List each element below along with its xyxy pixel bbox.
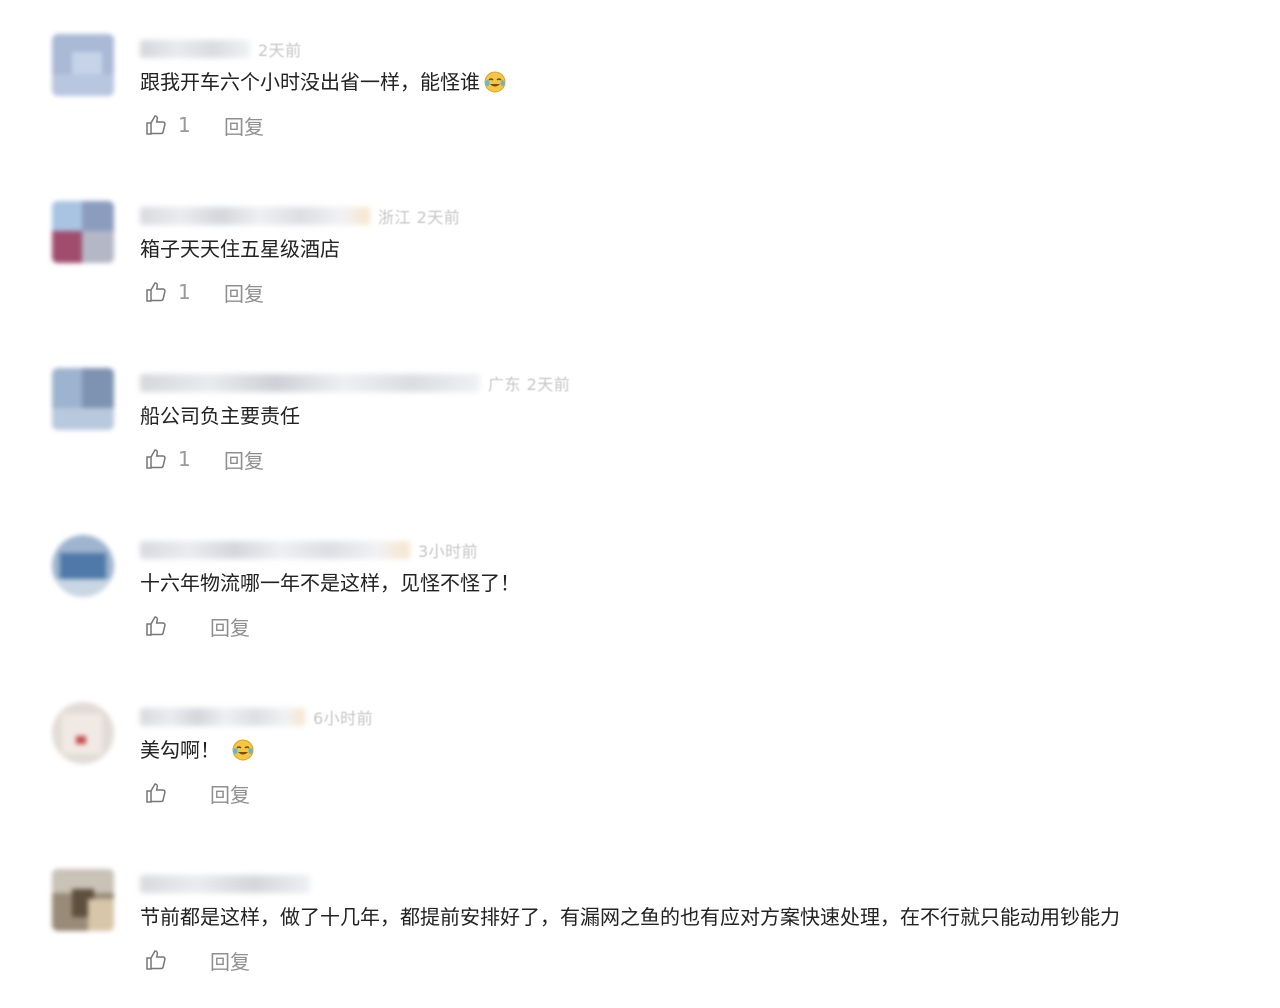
avatar[interactable] xyxy=(52,869,114,931)
thumbs-up-icon[interactable] xyxy=(144,280,168,304)
thumbs-up-icon[interactable] xyxy=(144,614,168,638)
comment-actions: 回复 xyxy=(144,945,250,975)
comment-body: 节前都是这样，做了十几年，都提前安排好了，有漏网之鱼的也有应对方案快速处理，在不… xyxy=(140,905,1120,929)
location-time: 广东 2天前 xyxy=(488,375,571,394)
avatar[interactable] xyxy=(52,201,114,263)
username[interactable] xyxy=(140,541,410,559)
location-time: 6小时前 xyxy=(313,709,374,728)
thumbs-up-icon[interactable] xyxy=(144,113,168,137)
comment-body: 十六年物流哪一年不是这样，见怪不怪了！ xyxy=(140,571,520,595)
reply-button[interactable]: 回复 xyxy=(210,779,250,808)
comment-meta: 3小时前 xyxy=(140,537,478,563)
location-time: 3小时前 xyxy=(418,542,479,561)
reply-button[interactable]: 回复 xyxy=(224,445,264,474)
laughing-cry-icon xyxy=(232,739,254,761)
thumbs-up-icon[interactable] xyxy=(144,447,168,471)
avatar[interactable] xyxy=(52,34,114,96)
username[interactable] xyxy=(140,207,370,225)
reply-button[interactable]: 回复 xyxy=(210,946,250,975)
comment-actions: 回复 xyxy=(144,778,250,808)
comment-text: 美勾啊！ xyxy=(140,736,254,764)
location-time: 浙江 2天前 xyxy=(378,208,461,227)
comment-body: 船公司负主要责任 xyxy=(140,404,300,428)
comment-text: 船公司负主要责任 xyxy=(140,402,300,430)
username[interactable] xyxy=(140,374,480,392)
laughing-cry-icon xyxy=(484,71,506,93)
comment-body: 箱子天天住五星级酒店 xyxy=(140,237,340,261)
location-time: 2天前 xyxy=(258,41,302,60)
comment-text: 节前都是这样，做了十几年，都提前安排好了，有漏网之鱼的也有应对方案快速处理，在不… xyxy=(140,903,1120,931)
comment-text: 跟我开车六个小时没出省一样，能怪谁 xyxy=(140,68,506,96)
avatar[interactable] xyxy=(52,368,114,430)
reply-button[interactable]: 回复 xyxy=(210,612,250,641)
comment-actions: 1 回复 xyxy=(144,444,264,474)
like-count: 1 xyxy=(178,113,191,137)
comment-actions: 1 回复 xyxy=(144,277,264,307)
comment-item: 广东 2天前 船公司负主要责任 1 回复 xyxy=(0,368,1280,528)
comment-list: 2天前 跟我开车六个小时没出省一样，能怪谁 1 回复 浙江 2天前 箱子天天住五… xyxy=(0,0,1280,1008)
comment-body: 美勾啊！ xyxy=(140,738,220,762)
username[interactable] xyxy=(140,708,305,726)
comment-text: 箱子天天住五星级酒店 xyxy=(140,235,340,263)
comment-meta: 广东 2天前 xyxy=(140,370,570,396)
reply-button[interactable]: 回复 xyxy=(224,111,264,140)
comment-actions: 回复 xyxy=(144,611,250,641)
comment-item: 浙江 2天前 箱子天天住五星级酒店 1 回复 xyxy=(0,201,1280,361)
comment-body: 跟我开车六个小时没出省一样，能怪谁 xyxy=(140,70,480,94)
username[interactable] xyxy=(140,875,310,893)
comment-meta: 2天前 xyxy=(140,36,302,62)
avatar[interactable] xyxy=(52,702,114,764)
comment-item: 2天前 跟我开车六个小时没出省一样，能怪谁 1 回复 xyxy=(0,34,1280,194)
comment-item: 节前都是这样，做了十几年，都提前安排好了，有漏网之鱼的也有应对方案快速处理，在不… xyxy=(0,869,1280,1008)
comment-actions: 1 回复 xyxy=(144,110,264,140)
username[interactable] xyxy=(140,40,250,58)
thumbs-up-icon[interactable] xyxy=(144,948,168,972)
comment-meta xyxy=(140,871,318,897)
like-count: 1 xyxy=(178,447,191,471)
comment-meta: 浙江 2天前 xyxy=(140,203,460,229)
thumbs-up-icon[interactable] xyxy=(144,781,168,805)
comment-item: 3小时前 十六年物流哪一年不是这样，见怪不怪了！ 回复 xyxy=(0,535,1280,695)
comment-meta: 6小时前 xyxy=(140,704,373,730)
comment-text: 十六年物流哪一年不是这样，见怪不怪了！ xyxy=(140,569,520,597)
reply-button[interactable]: 回复 xyxy=(224,278,264,307)
like-count: 1 xyxy=(178,280,191,304)
comment-item: 6小时前 美勾啊！ 回复 xyxy=(0,702,1280,862)
avatar[interactable] xyxy=(52,535,114,597)
